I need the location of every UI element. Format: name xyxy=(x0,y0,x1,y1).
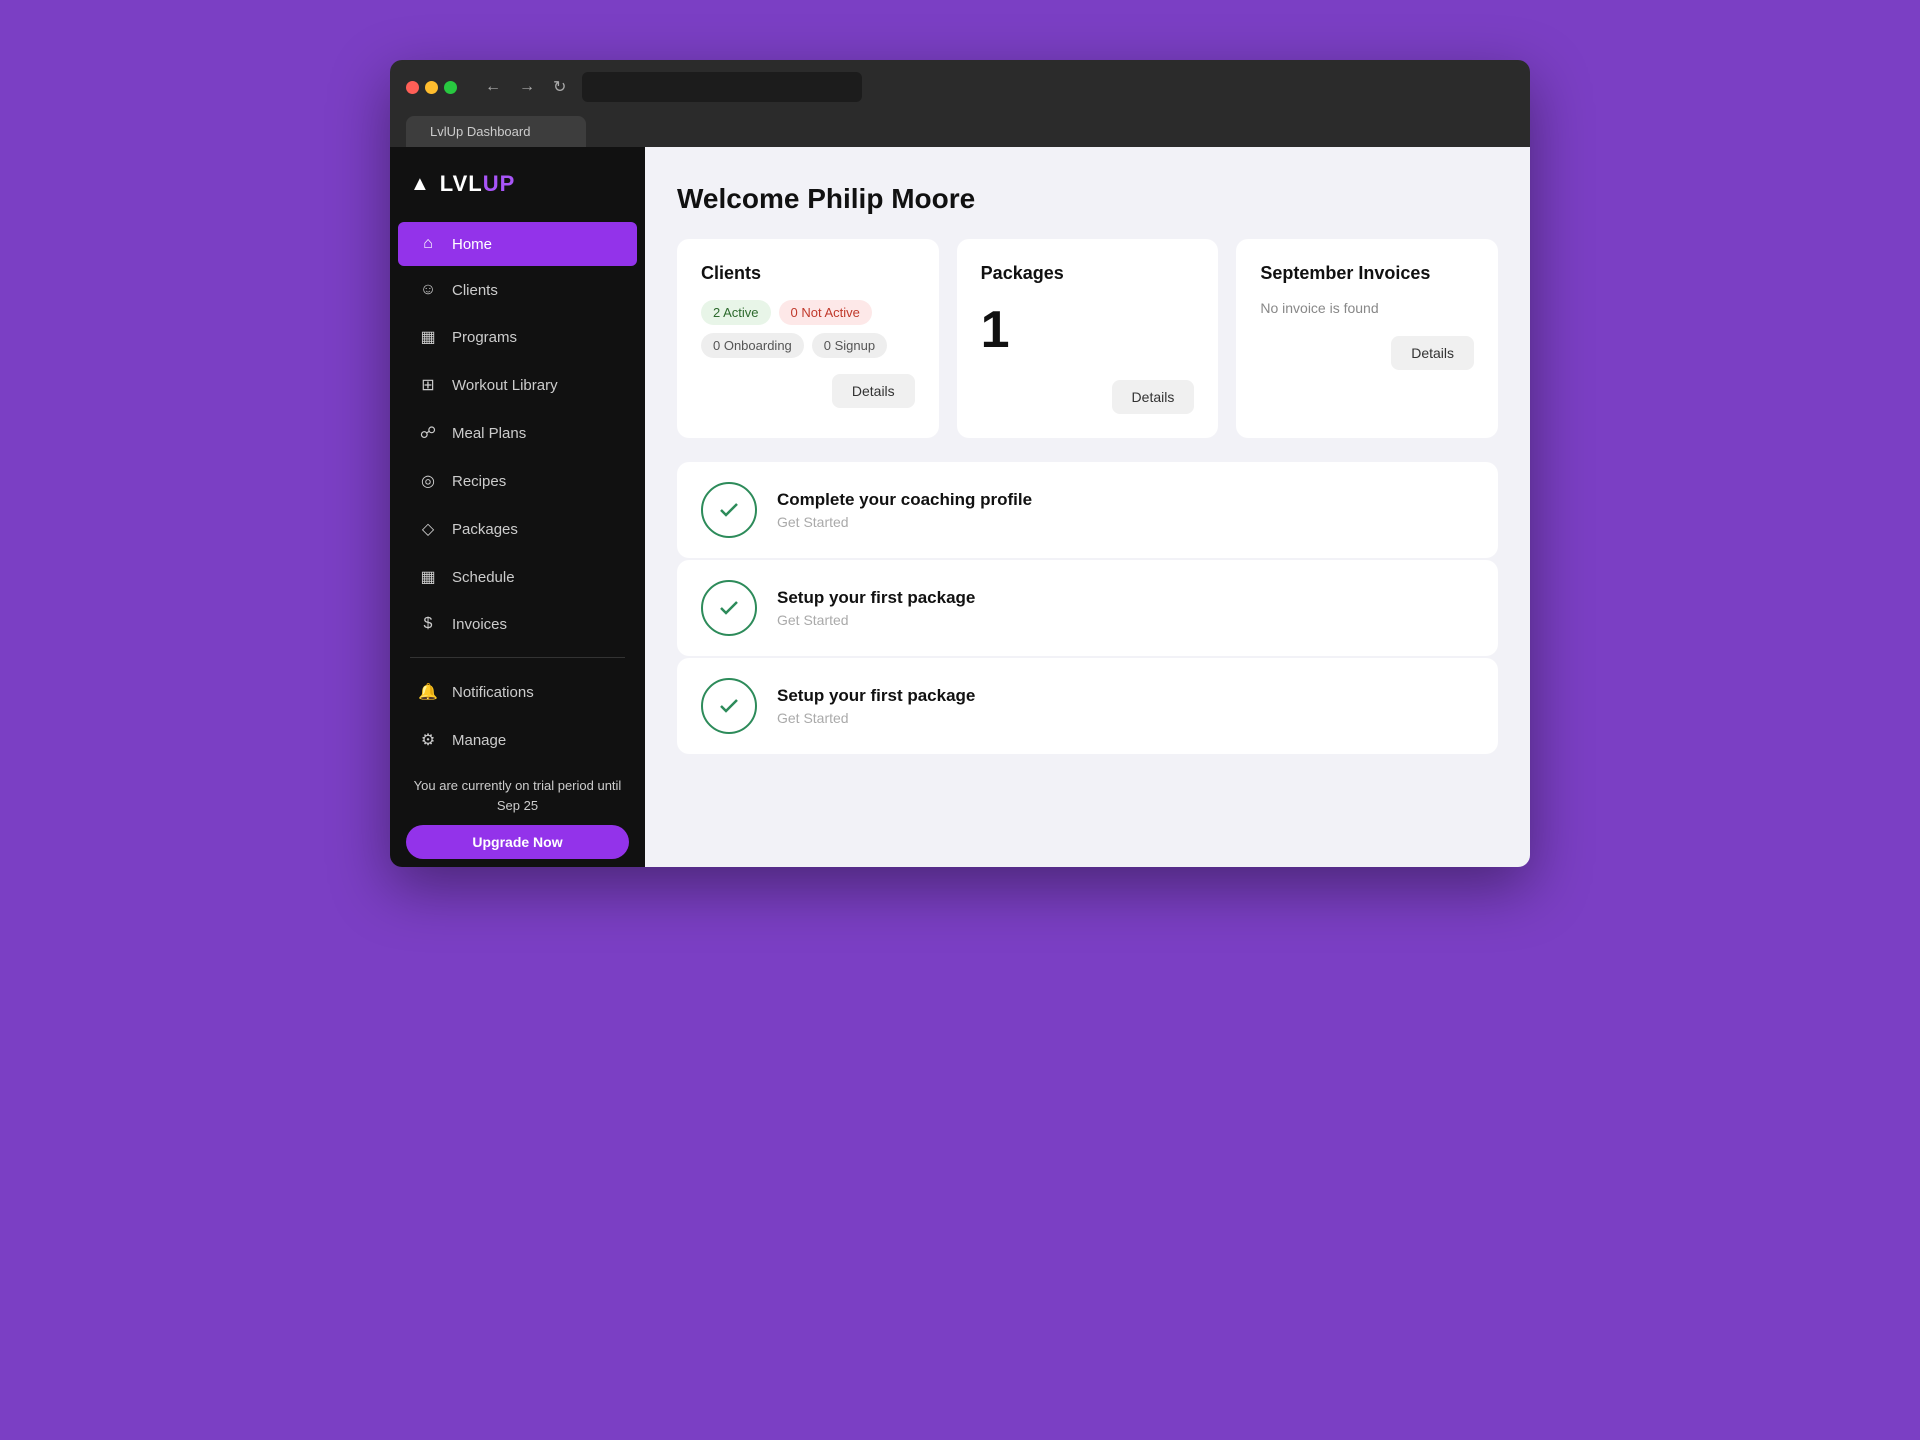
close-button[interactable] xyxy=(406,81,419,94)
check-circle-1 xyxy=(701,580,757,636)
packages-count: 1 xyxy=(981,300,1195,360)
check-circle-2 xyxy=(701,678,757,734)
back-button[interactable]: ← xyxy=(481,76,505,98)
logo: ▲ LVLUP xyxy=(390,147,645,217)
trial-box: You are currently on trial period until … xyxy=(406,776,629,859)
active-badge: 2 Active xyxy=(701,300,771,325)
invoices-card: September Invoices No invoice is found D… xyxy=(1236,239,1498,438)
dumbbell-icon: ⊞ xyxy=(418,375,438,395)
sidebar: ▲ LVLUP ⌂ Home ☺ Clients ▦ Programs xyxy=(390,147,645,867)
trial-text: You are currently on trial period until … xyxy=(406,776,629,815)
sidebar-item-meal-plans[interactable]: ☍ Meal Plans xyxy=(398,410,637,456)
bell-icon: 🔔 xyxy=(418,682,438,702)
checklist-item-text-1: Setup your first package Get Started xyxy=(777,588,975,628)
sidebar-item-label: Programs xyxy=(452,329,517,346)
sidebar-item-notifications[interactable]: 🔔 Notifications xyxy=(398,669,637,715)
schedule-icon: ▦ xyxy=(418,567,438,587)
page-title: Welcome Philip Moore xyxy=(677,183,1498,215)
person-icon: ☺ xyxy=(418,281,438,299)
checklist-item-subtitle-1: Get Started xyxy=(777,612,975,628)
app-content: ▲ LVLUP ⌂ Home ☺ Clients ▦ Programs xyxy=(390,147,1530,867)
sidebar-item-label: Clients xyxy=(452,282,498,299)
logo-up: UP xyxy=(483,171,516,196)
dollar-icon: $ xyxy=(418,615,438,633)
sidebar-item-label: Packages xyxy=(452,521,518,538)
dashboard-cards: Clients 2 Active 0 Not Active 0 Onboardi… xyxy=(677,239,1498,438)
signup-badge: 0 Signup xyxy=(812,333,887,358)
checklist-item-text-0: Complete your coaching profile Get Start… xyxy=(777,490,1032,530)
invoice-empty-msg: No invoice is found xyxy=(1260,300,1474,316)
checklist-item-subtitle-2: Get Started xyxy=(777,710,975,726)
checklist-item-title-2: Setup your first package xyxy=(777,686,975,706)
checklist-item-text-2: Setup your first package Get Started xyxy=(777,686,975,726)
checklist-item-title-1: Setup your first package xyxy=(777,588,975,608)
sidebar-item-label: Invoices xyxy=(452,616,507,633)
logo-icon: ▲ xyxy=(410,173,430,196)
checklist-item-title-0: Complete your coaching profile xyxy=(777,490,1032,510)
sidebar-item-label: Workout Library xyxy=(452,377,558,394)
maximize-button[interactable] xyxy=(444,81,457,94)
sidebar-item-label: Home xyxy=(452,236,492,253)
sidebar-item-workout-library[interactable]: ⊞ Workout Library xyxy=(398,362,637,408)
sidebar-item-recipes[interactable]: ◎ Recipes xyxy=(398,458,637,504)
browser-window: ← → ↻ LvlUp Dashboard ▲ LVLUP ⌂ xyxy=(390,60,1530,867)
checklist-item-subtitle-0: Get Started xyxy=(777,514,1032,530)
not-active-badge: 0 Not Active xyxy=(779,300,872,325)
sidebar-item-manage[interactable]: ⚙ Manage xyxy=(398,717,637,763)
forward-button[interactable]: → xyxy=(515,76,539,98)
home-icon: ⌂ xyxy=(418,235,438,253)
sidebar-item-clients[interactable]: ☺ Clients xyxy=(398,268,637,312)
invoices-card-title: September Invoices xyxy=(1260,263,1474,284)
sidebar-item-label: Notifications xyxy=(452,684,534,701)
checklist-item-1[interactable]: Setup your first package Get Started xyxy=(677,560,1498,656)
sidebar-item-label: Recipes xyxy=(452,473,506,490)
clients-details-button[interactable]: Details xyxy=(832,374,915,408)
minimize-button[interactable] xyxy=(425,81,438,94)
checklist-section: Complete your coaching profile Get Start… xyxy=(677,462,1498,754)
packages-card-title: Packages xyxy=(981,263,1195,284)
checklist-item-0[interactable]: Complete your coaching profile Get Start… xyxy=(677,462,1498,558)
traffic-lights xyxy=(406,81,457,94)
reload-button[interactable]: ↻ xyxy=(549,75,570,99)
url-bar[interactable] xyxy=(582,72,862,102)
sidebar-item-packages[interactable]: ◇ Packages xyxy=(398,506,637,552)
main-content: Welcome Philip Moore Clients 2 Active 0 … xyxy=(645,147,1530,867)
gear-icon: ⚙ xyxy=(418,730,438,750)
calendar-icon: ▦ xyxy=(418,327,438,347)
packages-details-button[interactable]: Details xyxy=(1112,380,1195,414)
sidebar-item-label: Manage xyxy=(452,732,506,749)
browser-chrome: ← → ↻ LvlUp Dashboard xyxy=(390,60,1530,147)
clients-card-title: Clients xyxy=(701,263,915,284)
recipe-icon: ◎ xyxy=(418,471,438,491)
sidebar-item-home[interactable]: ⌂ Home xyxy=(398,222,637,266)
nav-items: ⌂ Home ☺ Clients ▦ Programs ⊞ Workout Li… xyxy=(390,217,645,867)
invoices-details-button[interactable]: Details xyxy=(1391,336,1474,370)
clients-badges: 2 Active 0 Not Active 0 Onboarding 0 Sig… xyxy=(701,300,915,358)
sidebar-item-schedule[interactable]: ▦ Schedule xyxy=(398,554,637,600)
browser-tab[interactable]: LvlUp Dashboard xyxy=(406,116,586,147)
check-circle-0 xyxy=(701,482,757,538)
onboarding-badge: 0 Onboarding xyxy=(701,333,804,358)
checklist-item-2[interactable]: Setup your first package Get Started xyxy=(677,658,1498,754)
sidebar-item-programs[interactable]: ▦ Programs xyxy=(398,314,637,360)
clients-card: Clients 2 Active 0 Not Active 0 Onboardi… xyxy=(677,239,939,438)
sidebar-item-label: Schedule xyxy=(452,569,515,586)
package-icon: ◇ xyxy=(418,519,438,539)
book-icon: ☍ xyxy=(418,423,438,443)
packages-card: Packages 1 Details xyxy=(957,239,1219,438)
sidebar-item-invoices[interactable]: $ Invoices xyxy=(398,602,637,646)
sidebar-item-label: Meal Plans xyxy=(452,425,526,442)
upgrade-button[interactable]: Upgrade Now xyxy=(406,825,629,859)
nav-divider xyxy=(410,657,625,658)
logo-lvl: LVL xyxy=(440,171,483,196)
